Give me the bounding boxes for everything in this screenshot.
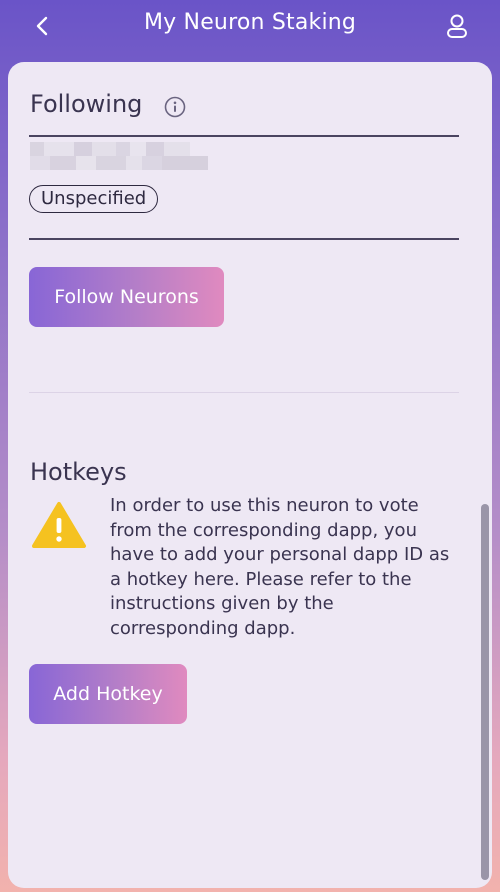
info-icon[interactable] [164,96,186,118]
neuron-card: Following Unspecified Follow Neurons Hot… [8,62,492,888]
account-button[interactable] [440,8,474,44]
following-bottom-rule [29,238,459,240]
warning-icon [32,502,86,548]
follow-neurons-button[interactable]: Follow Neurons [29,267,224,327]
following-top-rule [29,135,459,137]
add-hotkey-button[interactable]: Add Hotkey [29,664,187,724]
page-title: My Neuron Staking [143,10,357,35]
following-status-badge: Unspecified [29,185,159,213]
following-title: Following [30,90,143,118]
top-bar: My Neuron Staking [0,0,500,52]
user-icon [447,14,467,38]
hotkey-warning-text: In order to use this neuron to vote from… [110,495,450,639]
section-divider [29,392,459,393]
hotkeys-title: Hotkeys [30,458,127,486]
scrollbar-thumb[interactable] [481,504,489,880]
redacted-neuron-id [30,142,210,172]
